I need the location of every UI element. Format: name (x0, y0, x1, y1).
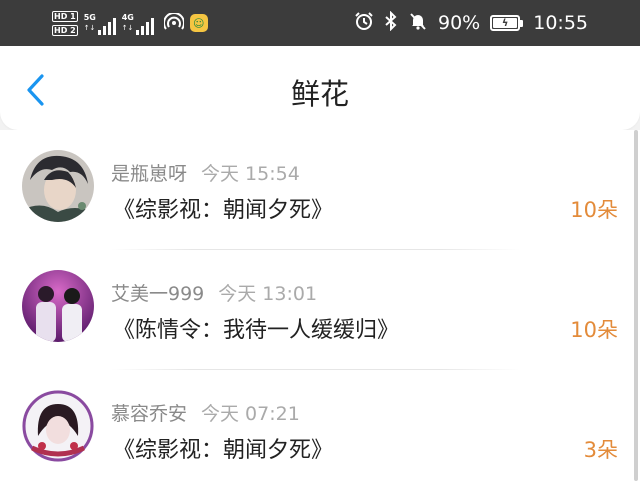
avatar[interactable] (22, 150, 94, 222)
work-title[interactable]: 《陈情令：我待一人缓缓归》 (113, 312, 399, 344)
sender-name[interactable]: 慕容乔安 (111, 403, 187, 425)
network-5g-label: 5G (83, 13, 96, 22)
list-item[interactable]: 艾美一999 今天 13:01 《陈情令：我待一人缓缓归》 10朵 (0, 250, 630, 370)
battery-percent: 90% (438, 12, 481, 34)
flower-list[interactable]: 是瓶崽呀 今天 15:54 《综影视：朝闻夕死》 10朵 艾美一999 今天 1… (0, 130, 640, 481)
list-item[interactable]: 慕容乔安 今天 07:21 《综影视：朝闻夕死》 3朵 (0, 370, 630, 481)
avatar[interactable] (22, 390, 94, 462)
sender-name[interactable]: 艾美一999 (111, 283, 204, 305)
mute-icon (408, 11, 428, 36)
status-right: 90% ϟ 10:55 (354, 0, 588, 46)
status-bar: HD 1 HD 2 5G ↑↓ 4G ↑↓ ☺ 90% ϟ 10:55 (0, 0, 640, 46)
scrollbar[interactable] (634, 130, 638, 481)
data-arrows-icon: ↑↓ (121, 24, 134, 32)
alarm-icon (354, 11, 374, 36)
work-title[interactable]: 《综影视：朝闻夕死》 (113, 432, 333, 464)
hotspot-icon (163, 13, 184, 33)
page-title: 鲜花 (290, 77, 349, 111)
sender-name[interactable]: 是瓶崽呀 (111, 163, 187, 185)
page-header: 鲜花 (0, 46, 640, 130)
battery-icon: ϟ (490, 15, 524, 31)
work-title[interactable]: 《综影视：朝闻夕死》 (113, 192, 333, 224)
data-arrows-icon: ↑↓ (83, 24, 96, 32)
app-notification-icon: ☺ (189, 14, 208, 32)
network-4g-label: 4G (121, 13, 134, 22)
sent-time: 今天 15:54 (201, 163, 300, 185)
signal-4g: 4G ↑↓ (122, 11, 154, 35)
sim2-label: HD 2 (52, 24, 78, 36)
clock: 10:55 (533, 12, 588, 34)
signal-5g: 5G ↑↓ (84, 11, 116, 35)
sender-line: 慕容乔安 今天 07:21 (111, 399, 300, 426)
bluetooth-icon (384, 10, 398, 36)
flower-count: 3朵 (583, 438, 618, 462)
list-item[interactable]: 是瓶崽呀 今天 15:54 《综影视：朝闻夕死》 10朵 (0, 130, 630, 250)
avatar[interactable] (22, 270, 94, 342)
flower-count: 10朵 (570, 198, 618, 222)
sent-time: 今天 13:01 (218, 283, 318, 305)
sender-line: 艾美一999 今天 13:01 (111, 279, 317, 306)
sender-line: 是瓶崽呀 今天 15:54 (111, 159, 300, 186)
sim1-label: HD 1 (52, 10, 78, 22)
sent-time: 今天 07:21 (201, 403, 300, 425)
signal-bars-icon (135, 17, 154, 35)
status-left: HD 1 HD 2 5G ↑↓ 4G ↑↓ ☺ (52, 6, 208, 40)
sim-indicators: HD 1 HD 2 (52, 10, 78, 36)
signal-bars-icon (97, 17, 116, 35)
flower-count: 10朵 (570, 318, 618, 342)
